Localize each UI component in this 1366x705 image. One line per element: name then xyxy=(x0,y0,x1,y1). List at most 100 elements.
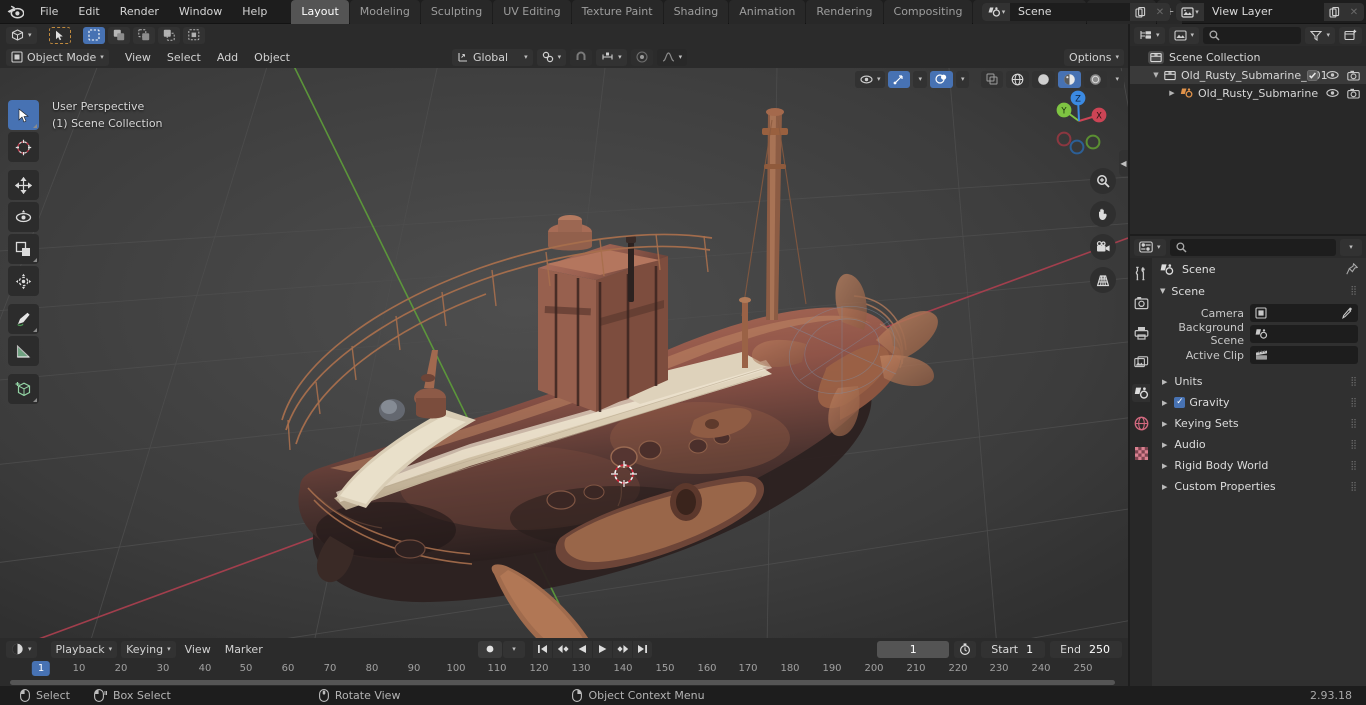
expander-icon[interactable]: ▼ xyxy=(1150,71,1162,79)
keying-set-dropdown[interactable]: ▾ xyxy=(503,640,525,658)
solid-icon[interactable] xyxy=(1032,70,1056,88)
menu-edit[interactable]: Edit xyxy=(68,2,109,21)
options-dropdown[interactable]: Options ▾ xyxy=(1064,48,1124,66)
play-icon[interactable] xyxy=(593,640,612,658)
world-globe-icon[interactable] xyxy=(1132,414,1150,432)
camera-field[interactable] xyxy=(1250,304,1358,322)
snap-pivot-button[interactable]: ▾ xyxy=(536,48,567,66)
snap-target-selector[interactable]: ▾ xyxy=(596,48,627,66)
transform-orientation-selector[interactable]: Global ▾ xyxy=(452,48,533,66)
overlays-icon[interactable] xyxy=(929,70,953,88)
overlay-options-dropdown[interactable]: ▾ xyxy=(955,70,970,88)
new-viewlayer-button[interactable] xyxy=(1324,3,1344,21)
select-intersect-icon[interactable] xyxy=(182,26,205,44)
blender-logo-icon[interactable] xyxy=(0,5,30,19)
subpanel-audio[interactable]: ▶ Audio ⣿ xyxy=(1152,434,1366,455)
expander-icon[interactable]: ▶ xyxy=(1162,378,1167,386)
play-reverse-icon[interactable] xyxy=(573,640,592,658)
rotate-tool[interactable] xyxy=(8,202,39,232)
expander-icon[interactable]: ▼ xyxy=(1160,287,1165,295)
subpanel-gravity[interactable]: ▶ ✓ Gravity ⣿ xyxy=(1152,392,1366,413)
select-invert-icon[interactable] xyxy=(157,26,180,44)
scene-data-icon[interactable]: ▾ xyxy=(1168,26,1200,44)
jump-to-start-icon[interactable] xyxy=(533,640,552,658)
subpanel-keying-sets[interactable]: ▶ Keying Sets ⣿ xyxy=(1152,413,1366,434)
new-collection-icon[interactable] xyxy=(1339,26,1362,44)
pin-icon[interactable] xyxy=(1346,263,1358,275)
vp-menu-select[interactable]: Select xyxy=(160,49,208,66)
subpanel-custom-properties[interactable]: ▶ Custom Properties ⣿ xyxy=(1152,476,1366,497)
expander-icon[interactable]: ▶ xyxy=(1162,420,1167,428)
record-keyframe-icon[interactable] xyxy=(478,640,502,658)
outliner-view-icon[interactable]: ▾ xyxy=(1134,26,1165,44)
tab-modeling[interactable]: Modeling xyxy=(349,0,420,24)
new-scene-button[interactable] xyxy=(1130,3,1150,21)
add-cube-tool[interactable] xyxy=(8,374,39,404)
show-hide-icon[interactable]: ▾ xyxy=(854,70,886,88)
magnet-icon[interactable] xyxy=(570,48,593,66)
expander-icon[interactable]: ▶ xyxy=(1162,462,1167,470)
frame-start-field[interactable]: Start 1 xyxy=(981,640,1046,658)
subpanel-rigid-body-world[interactable]: ▶ Rigid Body World ⣿ xyxy=(1152,455,1366,476)
disable-render-camera-icon[interactable] xyxy=(1347,70,1360,81)
outliner-row-scene-collection[interactable]: Scene Collection xyxy=(1130,48,1366,66)
wireframe-icon[interactable] xyxy=(1006,70,1030,88)
navigation-gizmo[interactable]: X Y Z xyxy=(1042,84,1116,158)
scene-panel-header[interactable]: ▼ Scene ⣿ xyxy=(1152,280,1366,302)
properties-editor-icon[interactable]: ▾ xyxy=(1134,238,1166,256)
unlink-scene-button[interactable]: ✕ xyxy=(1150,3,1170,21)
timeline-ruler[interactable]: 1 10 20 30 40 50 60 70 80 90 100 110 120… xyxy=(0,660,1128,680)
exclude-checkbox[interactable] xyxy=(1307,69,1318,81)
properties-search-input[interactable] xyxy=(1169,238,1336,256)
proportional-edit-icon[interactable] xyxy=(630,48,653,66)
gizmo-options-dropdown[interactable]: ▾ xyxy=(913,70,927,88)
chevron-left-icon[interactable]: ◀ xyxy=(1119,150,1128,176)
viewport-canvas[interactable]: User Perspective (1) Scene Collection X … xyxy=(0,68,1128,638)
expander-icon[interactable]: ▶ xyxy=(1162,441,1167,449)
funnel-icon[interactable]: ▾ xyxy=(1305,26,1335,44)
tab-uv-editing[interactable]: UV Editing xyxy=(493,0,571,24)
background-scene-field[interactable] xyxy=(1250,325,1358,343)
editor-type-3dview-icon[interactable]: ▾ xyxy=(6,26,37,44)
view-layer-icon[interactable]: ▾ xyxy=(1176,3,1204,21)
material-preview-icon[interactable] xyxy=(1058,70,1082,88)
gizmo-icon[interactable] xyxy=(888,70,911,88)
hide-viewport-eye-icon[interactable] xyxy=(1326,70,1339,80)
keying-menu[interactable]: Keying ▾ xyxy=(121,640,176,658)
stopwatch-icon[interactable] xyxy=(954,640,977,658)
transform-tool[interactable] xyxy=(8,266,39,296)
disable-render-camera-icon[interactable] xyxy=(1347,88,1360,99)
chevron-down-icon[interactable]: ▾ xyxy=(1340,238,1362,256)
current-frame-field[interactable]: 1 xyxy=(877,640,950,658)
move-tool[interactable] xyxy=(8,170,39,200)
viewlayer-name[interactable]: View Layer xyxy=(1204,3,1324,21)
images-icon[interactable] xyxy=(1132,354,1150,372)
outliner-row-submarine-collection[interactable]: ▼ Old_Rusty_Submarine_001 xyxy=(1130,66,1366,84)
scene-name[interactable]: Scene xyxy=(1010,3,1130,21)
expander-icon[interactable]: ▶ xyxy=(1166,89,1178,97)
printer-icon[interactable] xyxy=(1132,324,1150,342)
menu-render[interactable]: Render xyxy=(110,2,169,21)
checker-texture-icon[interactable] xyxy=(1132,444,1150,462)
tab-sculpting[interactable]: Sculpting xyxy=(420,0,493,24)
eyedropper-icon[interactable] xyxy=(1341,307,1353,319)
expander-icon[interactable]: ▶ xyxy=(1162,399,1167,407)
select-subtract-icon[interactable] xyxy=(132,26,155,44)
tab-animation[interactable]: Animation xyxy=(729,0,806,24)
tab-rendering[interactable]: Rendering xyxy=(806,0,883,24)
timeline-menu-marker[interactable]: Marker xyxy=(220,641,268,658)
proportional-falloff-selector[interactable]: ▾ xyxy=(656,48,688,66)
tab-texture-paint[interactable]: Texture Paint xyxy=(571,0,663,24)
active-clip-field[interactable] xyxy=(1250,346,1358,364)
timeline-menu-view[interactable]: View xyxy=(180,641,216,658)
vp-menu-object[interactable]: Object xyxy=(247,49,297,66)
playback-menu[interactable]: Playback ▾ xyxy=(50,640,118,658)
hide-viewport-eye-icon[interactable] xyxy=(1326,88,1339,98)
scene-icon[interactable]: ▾ xyxy=(982,3,1010,21)
select-tool-dropdown[interactable] xyxy=(48,26,71,44)
subpanel-units[interactable]: ▶ Units ⣿ xyxy=(1152,371,1366,392)
vp-menu-view[interactable]: View xyxy=(118,49,158,66)
scale-tool[interactable] xyxy=(8,234,39,264)
prev-keyframe-icon[interactable] xyxy=(553,640,572,658)
hand-icon[interactable] xyxy=(1090,201,1116,227)
